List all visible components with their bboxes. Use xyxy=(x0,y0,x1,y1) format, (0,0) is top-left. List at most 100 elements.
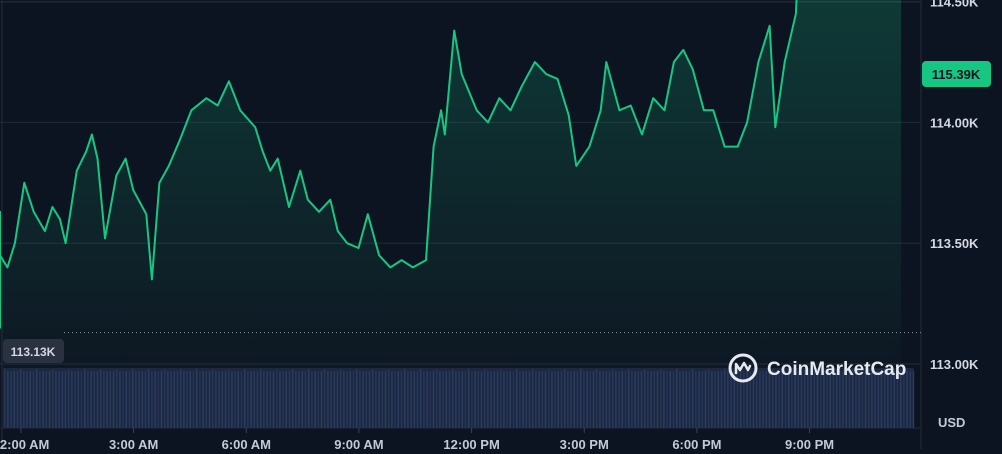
y-tick-label: 114.50K xyxy=(930,0,979,10)
volume-bar xyxy=(756,369,758,428)
volume-bar xyxy=(580,369,582,428)
volume-bar xyxy=(551,371,553,428)
volume-bar xyxy=(234,371,236,428)
volume-bar xyxy=(442,371,444,428)
volume-bar xyxy=(311,371,313,428)
watermark-text: CoinMarketCap xyxy=(767,359,906,380)
volume-bar xyxy=(221,371,223,428)
volume-bar xyxy=(228,369,230,428)
volume-bar xyxy=(592,371,595,428)
volume-bar xyxy=(170,371,172,428)
volume-bar xyxy=(532,369,534,428)
volume-bar xyxy=(688,371,691,428)
x-tick-label: 12:00 PM xyxy=(443,437,499,449)
volume-bar xyxy=(506,371,508,428)
volume-bar xyxy=(93,371,95,428)
volume-bar xyxy=(356,369,358,428)
volume-bar xyxy=(378,371,380,428)
volume-bar xyxy=(45,371,47,428)
volume-bar xyxy=(484,369,486,428)
volume-bar xyxy=(32,371,35,428)
volume-bar xyxy=(448,371,451,428)
volume-bar xyxy=(196,369,198,428)
x-tick-label: 6:00 AM xyxy=(222,437,271,449)
volume-bar xyxy=(215,371,217,428)
volume-bar xyxy=(528,371,531,428)
volume-bar xyxy=(352,371,355,428)
volume-bar xyxy=(58,371,60,428)
volume-bar xyxy=(605,371,607,428)
volume-bar xyxy=(256,371,259,428)
volume-bar xyxy=(176,371,179,428)
volume-bar xyxy=(71,371,73,428)
volume-bar xyxy=(384,371,387,428)
volume-bar xyxy=(260,369,262,428)
volume-bar xyxy=(135,371,137,428)
volume-bar xyxy=(752,371,755,428)
volume-bar xyxy=(327,371,329,428)
volume-bar xyxy=(80,371,83,428)
volume-bar xyxy=(112,371,115,428)
volume-bar xyxy=(522,371,524,428)
volume-bar xyxy=(317,371,319,428)
volume-bar xyxy=(720,371,723,428)
volume-bar xyxy=(679,371,681,428)
current-price-label: 115.39K xyxy=(932,67,981,82)
volume-bar xyxy=(724,369,726,428)
volume-bar xyxy=(432,371,435,428)
volume-bar xyxy=(244,369,246,428)
y-axis-ticks: 113.00K113.50K114.00K114.50K115.00K xyxy=(930,0,979,372)
volume-bar xyxy=(269,371,271,428)
volume-bar xyxy=(493,371,495,428)
volume-bar xyxy=(535,371,537,428)
x-tick-label: 6:00 PM xyxy=(672,437,721,449)
volume-bar xyxy=(160,371,163,428)
volume-bar xyxy=(589,371,591,428)
price-area xyxy=(0,0,902,368)
volume-bar xyxy=(16,371,19,428)
volume-bar xyxy=(340,369,342,428)
volume-bar xyxy=(762,371,764,428)
y-tick-label: 113.50K xyxy=(930,236,979,251)
volume-bar xyxy=(183,371,185,428)
volume-bar xyxy=(48,371,51,428)
volume-bar xyxy=(122,371,124,428)
volume-bar xyxy=(157,371,159,428)
volume-bar xyxy=(685,371,687,428)
volume-bar xyxy=(205,371,207,428)
volume-bar xyxy=(445,371,447,428)
volume-bar xyxy=(372,369,374,428)
volume-bar xyxy=(906,371,908,428)
volume-bar xyxy=(618,371,620,428)
volume-bar xyxy=(413,371,415,428)
volume-bar xyxy=(612,369,614,428)
volume-bar xyxy=(272,371,275,428)
volume-bar xyxy=(288,371,291,428)
volume-bar xyxy=(660,369,662,428)
volume-bar xyxy=(426,371,428,428)
volume-bar xyxy=(375,371,377,428)
volume-bar xyxy=(692,369,694,428)
volume-bar xyxy=(436,369,438,428)
volume-bar xyxy=(180,369,182,428)
volume-bar xyxy=(308,369,310,428)
volume-bar xyxy=(253,371,255,428)
volume-bar xyxy=(397,371,399,428)
volume-bar xyxy=(52,369,54,428)
volume-bar xyxy=(20,369,22,428)
volume-bar xyxy=(116,369,118,428)
volume-bar xyxy=(740,369,742,428)
volume-bar xyxy=(391,371,393,428)
volume-bar xyxy=(336,371,339,428)
volume-bar xyxy=(624,371,627,428)
volume-bar xyxy=(368,371,371,428)
volume-bar xyxy=(439,371,441,428)
x-tick-label: 3:00 PM xyxy=(560,437,609,449)
volume-bar xyxy=(682,371,684,428)
volume-bar xyxy=(292,369,294,428)
volume-bar xyxy=(560,371,563,428)
volume-bar xyxy=(224,371,227,428)
volume-bar xyxy=(490,371,492,428)
volume-bar xyxy=(541,371,543,428)
price-chart[interactable]: 113.00K113.50K114.00K114.50K115.00K 12:0… xyxy=(0,0,1002,452)
